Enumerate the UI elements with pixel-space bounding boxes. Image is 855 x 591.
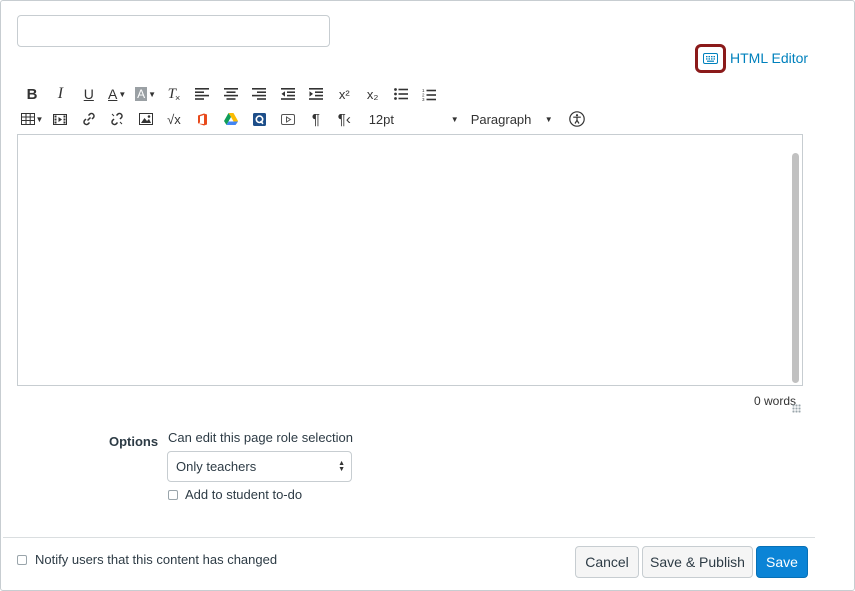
unlink-icon[interactable] bbox=[105, 107, 129, 131]
table-caret[interactable]: ▼ bbox=[36, 115, 44, 124]
footer-divider bbox=[3, 537, 815, 538]
clear-formatting-button[interactable]: T × bbox=[162, 82, 186, 106]
link-icon[interactable] bbox=[77, 107, 101, 131]
table-button[interactable]: ▼ bbox=[20, 107, 44, 131]
student-todo-option: Add to student to-do bbox=[168, 487, 302, 502]
options-label: Options bbox=[109, 434, 159, 449]
rtl-direction-icon[interactable]: ¶‹ bbox=[332, 107, 356, 131]
background-color-caret[interactable]: ▼ bbox=[148, 90, 156, 99]
notify-option: Notify users that this content has chang… bbox=[17, 552, 277, 567]
align-center-icon[interactable] bbox=[219, 82, 243, 106]
italic-button[interactable]: I bbox=[48, 82, 72, 106]
toolbar-row-insert: ▼ √x ¶ ¶‹ 12pt ▼ Paragraph ▼ bbox=[20, 107, 593, 131]
equation-icon[interactable]: √x bbox=[162, 107, 186, 131]
ltr-direction-icon[interactable]: ¶ bbox=[304, 107, 328, 131]
background-color-button[interactable]: A ▼ bbox=[134, 82, 158, 106]
page-title-input[interactable] bbox=[17, 15, 330, 47]
paragraph-format-value: Paragraph bbox=[470, 111, 532, 127]
svg-text:3: 3 bbox=[422, 97, 425, 101]
google-drive-icon[interactable] bbox=[219, 107, 243, 131]
quizlet-icon[interactable] bbox=[247, 107, 271, 131]
paragraph-format-caret: ▼ bbox=[544, 114, 553, 124]
rich-content-editor[interactable] bbox=[17, 134, 803, 386]
student-todo-label: Add to student to-do bbox=[185, 487, 303, 502]
select-arrows-icon: ▲ ▼ bbox=[338, 459, 345, 473]
image-icon[interactable] bbox=[134, 107, 158, 131]
numbered-list-icon[interactable]: 123 bbox=[417, 82, 441, 106]
text-color-button[interactable]: A ▼ bbox=[105, 82, 129, 106]
media-icon[interactable] bbox=[48, 107, 72, 131]
align-left-icon[interactable] bbox=[190, 82, 214, 106]
clear-formatting-icon: T bbox=[167, 85, 176, 102]
html-editor-link[interactable]: HTML Editor bbox=[695, 43, 809, 73]
html-editor-label: HTML Editor bbox=[730, 50, 809, 66]
text-color-caret[interactable]: ▼ bbox=[118, 90, 126, 99]
student-todo-checkbox[interactable] bbox=[168, 489, 178, 500]
subscript-button[interactable]: x₂ bbox=[361, 82, 385, 106]
align-right-icon[interactable] bbox=[247, 82, 271, 106]
paragraph-format-select[interactable]: Paragraph ▼ bbox=[465, 107, 557, 131]
accessibility-checker-icon[interactable] bbox=[565, 107, 589, 131]
notify-checkbox[interactable] bbox=[17, 554, 27, 565]
keyboard-icon-highlight bbox=[695, 43, 726, 73]
cancel-button[interactable]: Cancel bbox=[575, 546, 639, 578]
notify-label: Notify users that this content has chang… bbox=[35, 552, 278, 567]
background-color-icon: A bbox=[135, 87, 148, 101]
keyboard-icon bbox=[703, 52, 718, 64]
save-and-publish-button[interactable]: Save & Publish bbox=[642, 546, 753, 578]
bold-button[interactable]: B bbox=[20, 82, 44, 106]
bullet-list-icon[interactable] bbox=[389, 82, 413, 106]
text-color-icon: A bbox=[108, 86, 118, 102]
toolbar-row-formatting: B I U A ▼ A ▼ T × x² x₂ 123 bbox=[20, 82, 446, 106]
underline-button[interactable]: U bbox=[77, 82, 101, 106]
editor-scrollbar[interactable] bbox=[792, 153, 799, 383]
save-button[interactable]: Save bbox=[756, 546, 808, 578]
indent-icon[interactable] bbox=[304, 82, 328, 106]
role-selection-value: Only teachers bbox=[176, 459, 257, 474]
font-size-caret: ▼ bbox=[450, 114, 459, 124]
resize-handle[interactable] bbox=[792, 404, 801, 413]
word-count: 0 words bbox=[753, 394, 796, 408]
superscript-button[interactable]: x² bbox=[332, 82, 356, 106]
role-selection-select[interactable]: Only teachers ▲ ▼ bbox=[167, 451, 352, 482]
office365-icon[interactable] bbox=[190, 107, 214, 131]
font-size-select[interactable]: 12pt ▼ bbox=[363, 107, 463, 131]
video-embed-icon[interactable] bbox=[276, 107, 300, 131]
font-size-value: 12pt bbox=[368, 111, 394, 127]
outdent-icon[interactable] bbox=[276, 82, 300, 106]
role-selection-label: Can edit this page role selection bbox=[168, 430, 354, 445]
